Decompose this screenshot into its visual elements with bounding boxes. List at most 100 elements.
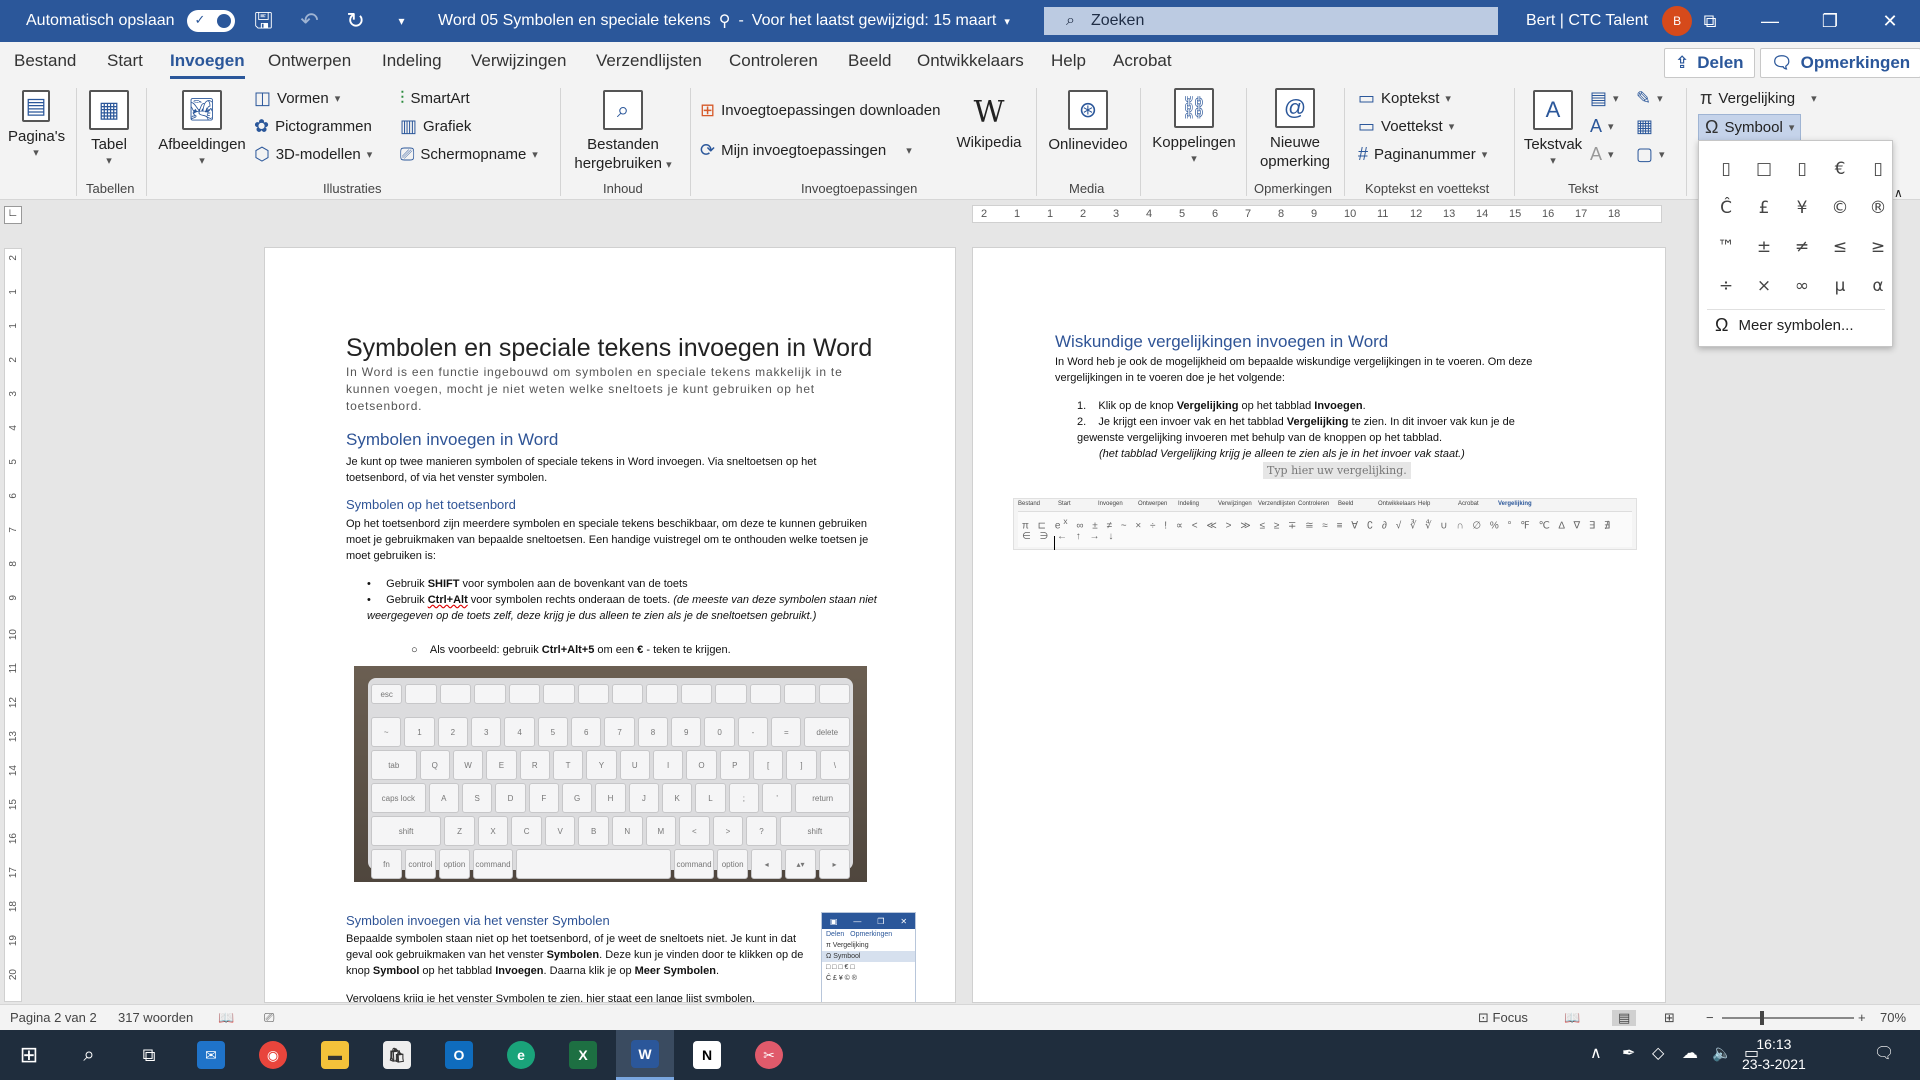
tab-beeld[interactable]: Beeld bbox=[848, 51, 891, 71]
zoom-out-icon[interactable]: − bbox=[1706, 1010, 1714, 1025]
links-button[interactable]: ⛓ Koppelingen ▾ bbox=[1148, 88, 1240, 167]
word-count[interactable]: 317 woorden bbox=[118, 1010, 193, 1025]
icons-button[interactable]: ✿ Pictogrammen bbox=[254, 116, 372, 137]
word-app[interactable]: W bbox=[616, 1030, 674, 1080]
file-explorer-app[interactable]: ▬ bbox=[306, 1030, 364, 1080]
print-layout-icon[interactable]: ▤ bbox=[1612, 1010, 1637, 1026]
vertical-ruler[interactable]: 2 1 1 2 3 4 5 6 7 8 9 10 11 12 13 14 15 16 17 18 19 20 bbox=[4, 248, 22, 1002]
drop-cap-button[interactable]: A ▾ bbox=[1590, 144, 1614, 165]
symbol-cell[interactable]: ± bbox=[1745, 227, 1783, 266]
pen-icon[interactable]: ✒ bbox=[1622, 1043, 1635, 1063]
symbol-cell[interactable]: € bbox=[1821, 149, 1859, 188]
zoom-in-icon[interactable]: + bbox=[1858, 1010, 1866, 1025]
snipping-app[interactable]: ✂ bbox=[740, 1030, 798, 1080]
chart-button[interactable]: ▥ Grafiek bbox=[400, 116, 471, 137]
zoom-level[interactable]: 70% bbox=[1880, 1010, 1906, 1025]
symbol-cell[interactable]: □ bbox=[1745, 149, 1783, 188]
pictures-button[interactable]: 🏞 Afbeeldingen ▾ bbox=[154, 90, 250, 169]
date-time-button[interactable]: ▦ bbox=[1636, 116, 1653, 137]
notion-app[interactable]: N bbox=[678, 1030, 736, 1080]
symbol-cell[interactable]: µ bbox=[1821, 266, 1859, 305]
tab-controleren[interactable]: Controleren bbox=[729, 51, 818, 71]
keyboard-photo[interactable]: esc ~1 2 3 4 5 6 7 8 9 0- = delete tab Q W E R T Y U I O P[] \ ca… bbox=[354, 666, 867, 882]
page-2[interactable]: Wiskundige vergelijkingen invoegen in Wo… bbox=[972, 247, 1666, 1003]
chrome-app[interactable]: ◉ bbox=[244, 1030, 302, 1080]
user-name[interactable]: Bert | CTC Talent bbox=[1526, 12, 1648, 30]
symbol-cell[interactable]: ≤ bbox=[1821, 227, 1859, 266]
symbol-cell[interactable]: ∞ bbox=[1783, 266, 1821, 305]
tab-invoegen[interactable]: Invoegen bbox=[170, 51, 245, 79]
equation-button[interactable]: π Vergelijking ▾ bbox=[1700, 88, 1817, 109]
signature-line-button[interactable]: ✎ ▾ bbox=[1636, 88, 1663, 109]
zoom-slider[interactable] bbox=[1722, 1011, 1854, 1025]
autosave-toggle[interactable]: ✓ bbox=[186, 10, 235, 32]
symbol-cell[interactable]: £ bbox=[1745, 188, 1783, 227]
notifications-icon[interactable]: 🗨 bbox=[1874, 1043, 1894, 1063]
tab-indeling[interactable]: Indeling bbox=[382, 51, 442, 71]
tab-selector[interactable]: ∟ bbox=[4, 206, 22, 224]
read-mode-icon[interactable]: 📖 bbox=[1564, 1010, 1580, 1026]
symbol-cell[interactable]: ® bbox=[1859, 188, 1897, 227]
document-title[interactable]: Word 05 Symbolen en speciale tekens ⚲ - … bbox=[438, 0, 1010, 42]
equation-ribbon-screenshot[interactable]: Bestand Start Invoegen Ontwerpen Indeling Ver… bbox=[1013, 498, 1637, 550]
equation-placeholder[interactable]: Typ hier uw vergelijking. bbox=[1263, 462, 1411, 479]
close-icon[interactable]: ✕ bbox=[1860, 0, 1920, 42]
horizontal-ruler[interactable]: 2 1 1 2 3 4 5 6 7 8 9 10 11 12 13 14 15 16 17 18 bbox=[972, 205, 1662, 223]
tab-bestand[interactable]: Bestand bbox=[14, 51, 76, 71]
excel-app[interactable]: X bbox=[554, 1030, 612, 1080]
pages-button[interactable]: ▤ Pagina's ▾ bbox=[8, 90, 65, 161]
edge-app[interactable]: e bbox=[492, 1030, 550, 1080]
page-number-button[interactable]: # Paginanummer ▾ bbox=[1358, 144, 1487, 165]
focus-button[interactable]: ⊡ Focus bbox=[1478, 1010, 1528, 1026]
undo-icon[interactable]: ↶ bbox=[293, 0, 327, 42]
header-button[interactable]: ▭ Koptekst ▾ bbox=[1358, 88, 1451, 109]
3d-models-button[interactable]: ⬡ 3D-modellen ▾ bbox=[254, 144, 372, 165]
symbol-cell[interactable]: ▯ bbox=[1707, 149, 1745, 188]
tab-verwijzingen[interactable]: Verwijzingen bbox=[471, 51, 566, 71]
table-button[interactable]: ▦ Tabel ▾ bbox=[86, 90, 132, 169]
quick-parts-button[interactable]: ▤ ▾ bbox=[1590, 88, 1619, 109]
clock[interactable]: 16:13 23-3-2021 bbox=[1742, 1034, 1806, 1074]
tab-acrobat[interactable]: Acrobat bbox=[1113, 51, 1172, 71]
tab-ontwikkelaars[interactable]: Ontwikkelaars bbox=[917, 51, 1024, 71]
symbol-cell[interactable]: ▯ bbox=[1783, 149, 1821, 188]
symbol-cell[interactable]: ÷ bbox=[1707, 266, 1745, 305]
reuse-files-button[interactable]: ⌕ Bestanden hergebruiken ▾ bbox=[568, 90, 678, 174]
new-comment-button[interactable]: @ Nieuwe opmerking bbox=[1254, 88, 1336, 172]
macro-record-icon[interactable]: ⎚ bbox=[264, 1010, 274, 1026]
symbol-cell[interactable]: ™ bbox=[1707, 227, 1745, 266]
ribbon-display-icon[interactable]: ⧉ bbox=[1680, 0, 1740, 42]
zoom-thumb[interactable] bbox=[1760, 1011, 1764, 1025]
ribbon-screenshot[interactable]: ▣ — ❐ ✕ Delen Opmerkingen π Vergelijking Ω … bbox=[821, 912, 916, 1002]
start-button[interactable]: ⊞ bbox=[0, 1030, 58, 1080]
symbol-cell[interactable]: ¥ bbox=[1783, 188, 1821, 227]
task-view-button[interactable]: ⧉ bbox=[120, 1030, 178, 1080]
mail-app[interactable]: ✉ bbox=[182, 1030, 240, 1080]
restore-icon[interactable]: ❐ bbox=[1800, 0, 1860, 42]
share-button[interactable]: ⇪ Delen bbox=[1664, 48, 1755, 78]
symbol-button[interactable]: Ω Symbool ▾ bbox=[1698, 114, 1802, 141]
symbol-cell[interactable]: ≥ bbox=[1859, 227, 1897, 266]
footer-button[interactable]: ▭ Voettekst ▾ bbox=[1358, 116, 1454, 137]
symbol-cell[interactable]: α bbox=[1859, 266, 1897, 305]
symbol-cell[interactable]: Ĉ bbox=[1707, 188, 1745, 227]
page-count[interactable]: Pagina 2 van 2 bbox=[10, 1010, 97, 1025]
redo-icon[interactable]: ↻ bbox=[339, 0, 373, 42]
onedrive-icon[interactable]: ☁ bbox=[1682, 1043, 1698, 1063]
minimize-icon[interactable]: — bbox=[1740, 0, 1800, 42]
get-addins-button[interactable]: ⊞ Invoegtoepassingen downloaden bbox=[700, 100, 940, 121]
wikipedia-button[interactable]: W Wikipedia bbox=[952, 94, 1026, 153]
store-app[interactable]: 🛍 bbox=[368, 1030, 426, 1080]
tab-ontwerpen[interactable]: Ontwerpen bbox=[268, 51, 351, 71]
page-1[interactable]: Symbolen en speciale tekens invoegen in … bbox=[264, 247, 956, 1003]
symbol-cell[interactable]: × bbox=[1745, 266, 1783, 305]
object-button[interactable]: ▢ ▾ bbox=[1636, 144, 1665, 165]
outlook-app[interactable]: O bbox=[430, 1030, 488, 1080]
save-icon[interactable]: 🖫 bbox=[247, 0, 281, 42]
symbol-cell[interactable]: ▯ bbox=[1859, 149, 1897, 188]
proofing-icon[interactable]: 📖 bbox=[218, 1010, 234, 1026]
textbox-button[interactable]: A Tekstvak ▾ bbox=[1520, 90, 1586, 169]
tab-help[interactable]: Help bbox=[1051, 51, 1086, 71]
shapes-button[interactable]: ◫ Vormen ▾ bbox=[254, 88, 340, 109]
web-layout-icon[interactable]: ⊞ bbox=[1664, 1010, 1675, 1026]
